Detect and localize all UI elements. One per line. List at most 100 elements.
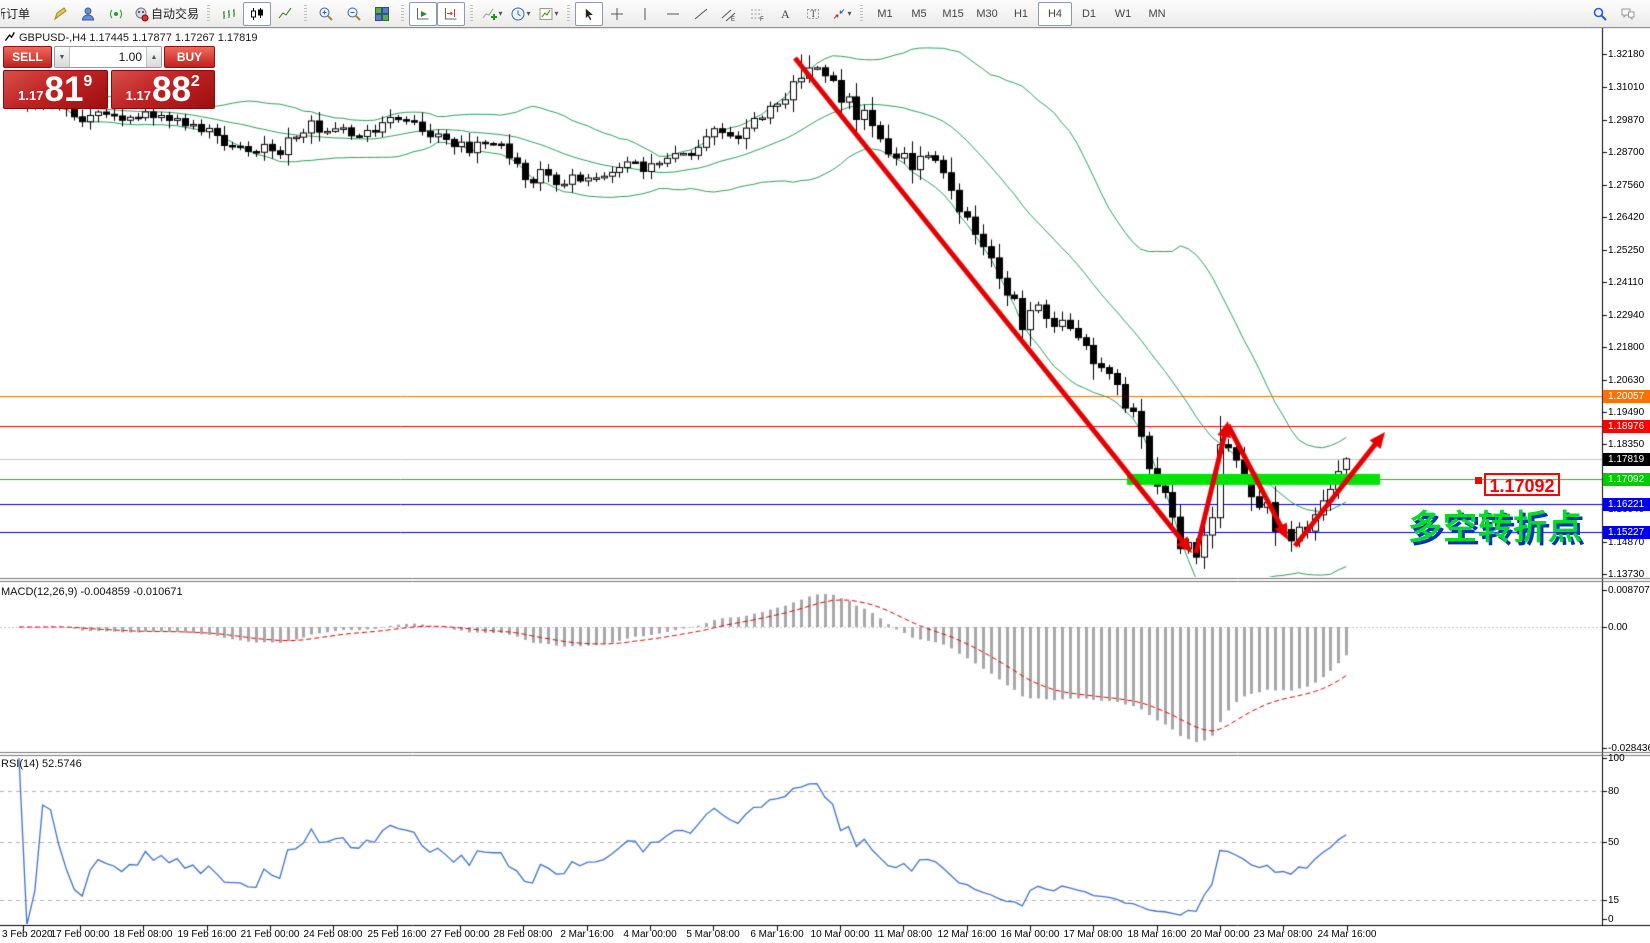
- buy-price-tile[interactable]: 1.17 88 2: [111, 70, 216, 109]
- price-badge: 1.15227: [1603, 526, 1650, 539]
- zoom-out-button[interactable]: [340, 2, 368, 26]
- time-tick-label: 17 Feb 00:00: [51, 929, 110, 940]
- sell-price-small: 1.17: [18, 88, 43, 103]
- toolbar: 新订单 自动交易 ▾ ▾ ▾ E F AT ▾ M1M5M15M30H1H4D1W1MN: [0, 0, 1650, 28]
- horizontal-line-button[interactable]: [659, 2, 687, 26]
- volume-box: ▼ ▲: [54, 46, 162, 68]
- bar-chart-button[interactable]: [215, 2, 243, 26]
- periods-button-dropdown-arrow[interactable]: ▾: [527, 9, 531, 18]
- trend-icon: [693, 6, 709, 22]
- svg-text:A: A: [781, 7, 790, 21]
- metaeditor-button[interactable]: [46, 2, 74, 26]
- rsi-axis-label: 50: [1608, 837, 1619, 848]
- volume-increase-button[interactable]: ▲: [146, 47, 161, 67]
- search-button[interactable]: [1586, 2, 1614, 26]
- auto-scroll-button[interactable]: [409, 2, 437, 26]
- channel-button[interactable]: E: [715, 2, 743, 26]
- time-tick-label: 18 Feb 08:00: [114, 929, 173, 940]
- arrows-tool-icon: [831, 6, 847, 22]
- signals-button[interactable]: [102, 2, 130, 26]
- buy-price-small: 1.17: [126, 88, 151, 103]
- time-tick-label: 3 Feb 2020: [2, 929, 53, 940]
- timeframe-d1-button[interactable]: D1: [1072, 2, 1106, 26]
- rsi-axis-label: 0: [1608, 914, 1614, 925]
- signal-icon: [108, 6, 124, 22]
- text-label-button[interactable]: T: [799, 2, 827, 26]
- chinese-annotation-text[interactable]: 多空转折点: [1408, 500, 1583, 549]
- price-tick-label: 1.32180: [1608, 49, 1644, 60]
- arrows-button-dropdown-arrow[interactable]: ▾: [848, 9, 852, 18]
- cursor-button[interactable]: [575, 2, 603, 26]
- price-tick-label: 1.25250: [1608, 245, 1644, 256]
- timeframe-h1-button[interactable]: H1: [1004, 2, 1038, 26]
- template-icon: [538, 6, 554, 22]
- toolbar-separator: [567, 5, 570, 23]
- timeframe-m15-button[interactable]: M15: [936, 2, 970, 26]
- timeframe-h4-button[interactable]: H4: [1038, 2, 1072, 26]
- buy-button[interactable]: BUY: [164, 46, 215, 68]
- timeframe-m5-button[interactable]: M5: [902, 2, 936, 26]
- chart-shift-icon: [443, 6, 459, 22]
- search-icon: [1592, 6, 1608, 22]
- price-annotation-box[interactable]: 1.17092: [1484, 473, 1560, 496]
- time-tick-label: 12 Mar 16:00: [938, 929, 997, 940]
- buy-price-big: 88: [152, 71, 191, 108]
- indicators-button[interactable]: ▾: [478, 2, 506, 26]
- time-tick-label: 18 Mar 16:00: [1128, 929, 1187, 940]
- new-order-button[interactable]: 新订单: [0, 2, 46, 26]
- arrows-button[interactable]: ▾: [827, 2, 855, 26]
- crosshair-icon: [609, 6, 625, 22]
- symbol-ohlc-text: GBPUSD-,H4 1.17445 1.17877 1.17267 1.178…: [19, 32, 258, 44]
- chart-canvas[interactable]: [0, 0, 1650, 943]
- price-tick-label: 1.28700: [1608, 147, 1644, 158]
- periods-button[interactable]: ▾: [506, 2, 534, 26]
- tile-windows-button[interactable]: [368, 2, 396, 26]
- rsi-axis-label: 15: [1608, 895, 1619, 906]
- crosshair-button[interactable]: [603, 2, 631, 26]
- svg-text:F: F: [760, 17, 764, 22]
- sell-price-sup: 9: [83, 73, 92, 108]
- new-order-button-label: 新订单: [0, 5, 30, 22]
- autotrading-button[interactable]: 自动交易: [130, 2, 202, 26]
- timeframe-m30-button[interactable]: M30: [970, 2, 1004, 26]
- volume-input[interactable]: [70, 47, 146, 67]
- price-badge: 1.16221: [1603, 498, 1650, 511]
- price-tick-label: 1.29870: [1608, 115, 1644, 126]
- sell-button[interactable]: SELL: [3, 46, 52, 68]
- fibo-icon: F: [749, 6, 765, 22]
- tile-icon: [374, 6, 390, 22]
- fibonacci-button[interactable]: F: [743, 2, 771, 26]
- sell-price-big: 81: [44, 71, 83, 108]
- time-tick-label: 4 Mar 00:00: [623, 929, 676, 940]
- time-tick-label: 16 Mar 00:00: [1001, 929, 1060, 940]
- line-icon: [277, 6, 293, 22]
- macd-label: MACD(12,26,9) -0.004859 -0.010671: [1, 586, 183, 598]
- timeframe-mn-button[interactable]: MN: [1140, 2, 1174, 26]
- sell-price-tile[interactable]: 1.17 81 9: [3, 70, 108, 109]
- buy-price-sup: 2: [191, 73, 200, 108]
- text-button[interactable]: A: [771, 2, 799, 26]
- vline-icon: [637, 6, 653, 22]
- timeframe-w1-button[interactable]: W1: [1106, 2, 1140, 26]
- templates-button[interactable]: ▾: [534, 2, 562, 26]
- time-tick-label: 5 Mar 08:00: [686, 929, 739, 940]
- line-chart-button[interactable]: [271, 2, 299, 26]
- indicators-button-dropdown-arrow[interactable]: ▾: [499, 9, 503, 18]
- toolbar-separator: [401, 5, 404, 23]
- candlestick-button[interactable]: [243, 2, 271, 26]
- zoom-in-button[interactable]: [312, 2, 340, 26]
- volume-decrease-button[interactable]: ▼: [55, 47, 70, 67]
- price-tick-label: 1.18350: [1608, 439, 1644, 450]
- chart-shift-button[interactable]: [437, 2, 465, 26]
- community-button[interactable]: [74, 2, 102, 26]
- vertical-line-button[interactable]: [631, 2, 659, 26]
- price-tick-label: 1.31010: [1608, 82, 1644, 93]
- trendline-button[interactable]: [687, 2, 715, 26]
- person-icon: [80, 6, 96, 22]
- time-tick-label: 24 Feb 08:00: [304, 929, 363, 940]
- time-tick-label: 21 Feb 00:00: [241, 929, 300, 940]
- templates-button-dropdown-arrow[interactable]: ▾: [555, 9, 559, 18]
- rsi-axis-label: 100: [1608, 753, 1625, 764]
- chat-button[interactable]: [1614, 2, 1642, 26]
- timeframe-m1-button[interactable]: M1: [868, 2, 902, 26]
